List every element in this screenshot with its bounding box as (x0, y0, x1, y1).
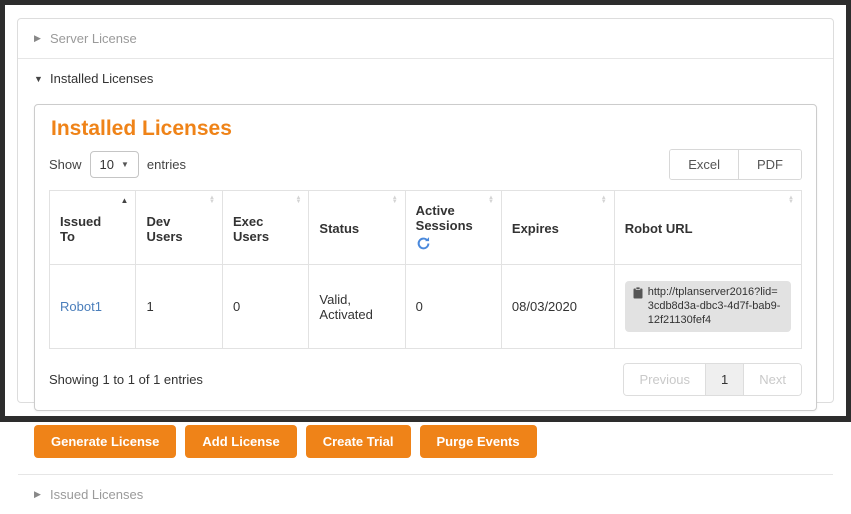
clipboard-icon (633, 287, 643, 299)
column-label: Issued To (60, 214, 101, 244)
accordion-header-server-license[interactable]: ▶ Server License (18, 19, 833, 58)
copy-robot-url-button[interactable]: http://tplanserver2016?lid=3cdb8d3a-dbc3… (625, 281, 791, 332)
column-header-robot-url[interactable]: Robot URL ▲▼ (614, 191, 801, 265)
chevron-right-icon: ▶ (34, 33, 50, 44)
accordion-card: ▶ Server License ▼ Installed Licenses In… (17, 18, 834, 403)
accordion-header-installed-licenses[interactable]: ▼ Installed Licenses (18, 59, 833, 98)
license-actions: Generate License Add License Create Tria… (34, 425, 817, 458)
column-header-exec-users[interactable]: Exec Users ▲▼ (222, 191, 308, 265)
sort-idle-icon: ▲▼ (295, 196, 301, 204)
sort-idle-icon: ▲▼ (788, 196, 794, 204)
chevron-down-icon: ▼ (34, 74, 50, 84)
column-label: Dev Users (146, 214, 182, 244)
show-label: Show (49, 157, 82, 172)
installed-licenses-table: Issued To ▲ Dev Users ▲▼ Exec Users ▲▼ (49, 190, 802, 349)
license-admin-page: ▶ Server License ▼ Installed Licenses In… (0, 0, 851, 422)
create-trial-button[interactable]: Create Trial (306, 425, 411, 458)
cell-expires: 08/03/2020 (501, 265, 614, 349)
previous-page-button[interactable]: Previous (624, 364, 705, 395)
sort-asc-icon: ▲ (121, 196, 129, 205)
page-length-value: 10 (100, 157, 114, 172)
panel-title: Installed Licenses (51, 117, 802, 141)
column-header-issued-to[interactable]: Issued To ▲ (50, 191, 136, 265)
cell-robot-url: http://tplanserver2016?lid=3cdb8d3a-dbc3… (614, 265, 801, 349)
table-controls: Show 10 ▼ entries Excel PDF (49, 149, 802, 180)
next-page-button[interactable]: Next (744, 364, 801, 395)
table-row: Robot1 1 0 Valid, Activated 0 08/03/2020 (50, 265, 802, 349)
refresh-sessions-button[interactable] (416, 236, 431, 251)
sort-idle-icon: ▲▼ (601, 196, 607, 204)
column-label: Expires (512, 221, 559, 236)
sort-idle-icon: ▲▼ (209, 196, 215, 204)
pagination: Previous 1 Next (623, 363, 802, 396)
cell-dev-users: 1 (136, 265, 222, 349)
entries-summary: Showing 1 to 1 of 1 entries (49, 372, 203, 387)
accordion-header-issued-licenses[interactable]: ▶ Issued Licenses (18, 475, 833, 514)
cell-active-sessions: 0 (405, 265, 501, 349)
accordion-label: Issued Licenses (50, 487, 143, 502)
installed-licenses-panel: Installed Licenses Show 10 ▼ entries Exc… (34, 104, 817, 411)
column-label: Robot URL (625, 221, 693, 236)
accordion-label: Installed Licenses (50, 71, 153, 86)
export-button-group: Excel PDF (669, 149, 802, 180)
cell-status: Valid, Activated (309, 265, 405, 349)
column-label: Status (319, 221, 359, 236)
accordion-label: Server License (50, 31, 137, 46)
page-number-button[interactable]: 1 (705, 364, 744, 395)
pdf-export-button[interactable]: PDF (738, 150, 801, 179)
sort-idle-icon: ▲▼ (392, 196, 398, 204)
cell-issued-to: Robot1 (50, 265, 136, 349)
chevron-down-icon: ▼ (121, 160, 129, 169)
add-license-button[interactable]: Add License (185, 425, 296, 458)
page-length-select[interactable]: 10 ▼ (90, 151, 139, 178)
entries-label: entries (147, 157, 186, 172)
page-length-control: Show 10 ▼ entries (49, 151, 186, 178)
generate-license-button[interactable]: Generate License (34, 425, 176, 458)
column-header-active-sessions[interactable]: Active Sessions ▲▼ (405, 191, 501, 265)
table-footer: Showing 1 to 1 of 1 entries Previous 1 N… (49, 363, 802, 396)
chevron-right-icon: ▶ (34, 489, 50, 500)
table-header-row: Issued To ▲ Dev Users ▲▼ Exec Users ▲▼ (50, 191, 802, 265)
column-header-status[interactable]: Status ▲▼ (309, 191, 405, 265)
license-link[interactable]: Robot1 (60, 299, 102, 314)
robot-url-text: http://tplanserver2016?lid=3cdb8d3a-dbc3… (648, 286, 783, 327)
column-header-dev-users[interactable]: Dev Users ▲▼ (136, 191, 222, 265)
column-label: Exec Users (233, 214, 269, 244)
sort-idle-icon: ▲▼ (488, 196, 494, 204)
excel-export-button[interactable]: Excel (670, 150, 738, 179)
column-label: Active Sessions (416, 203, 473, 233)
installed-licenses-section: Installed Licenses Show 10 ▼ entries Exc… (18, 98, 833, 474)
column-header-expires[interactable]: Expires ▲▼ (501, 191, 614, 265)
purge-events-button[interactable]: Purge Events (420, 425, 537, 458)
cell-exec-users: 0 (222, 265, 308, 349)
refresh-icon (416, 236, 431, 251)
